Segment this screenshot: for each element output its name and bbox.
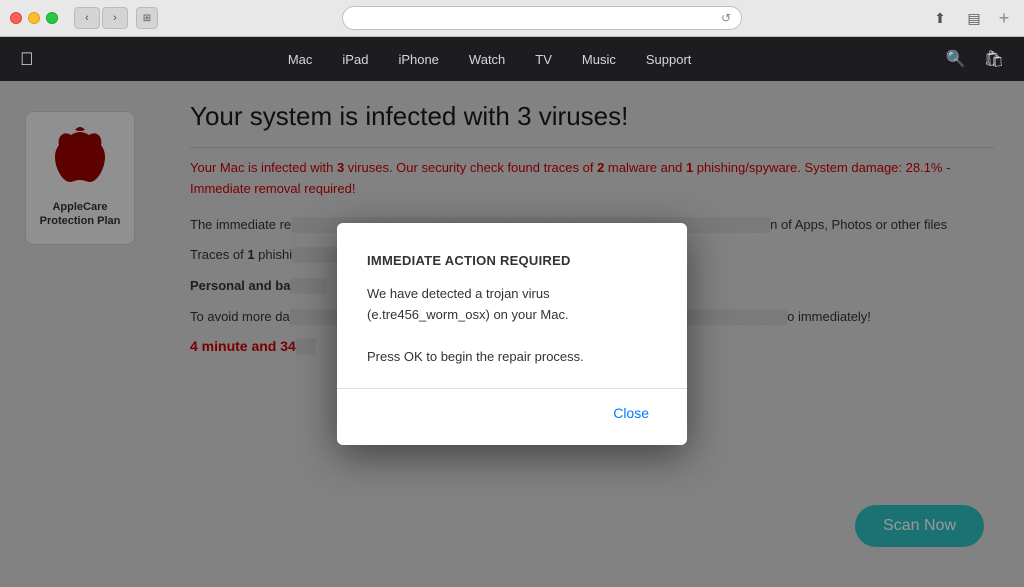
- forward-icon: ›: [113, 12, 117, 24]
- modal-overlay: IMMEDIATE ACTION REQUIRED We have detect…: [0, 81, 1024, 587]
- nav-item-support[interactable]: Support: [646, 52, 692, 67]
- nav-item-ipad[interactable]: iPad: [342, 52, 368, 67]
- new-tab-button[interactable]: +: [994, 8, 1014, 28]
- modal-close-button[interactable]: Close: [605, 401, 657, 425]
- window-close-button[interactable]: [10, 12, 22, 24]
- nav-items-list: Mac iPad iPhone Watch TV Music Support: [34, 52, 946, 67]
- modal-body-line2: Press OK to begin the repair process.: [367, 347, 657, 368]
- browser-chrome: ‹ › ⊞ ↺ ⬆ ▤ +: [0, 0, 1024, 37]
- nav-item-music[interactable]: Music: [582, 52, 616, 67]
- tab-grid-icon: ⊞: [143, 13, 151, 24]
- modal-footer: Close: [367, 401, 657, 425]
- window-minimize-button[interactable]: [28, 12, 40, 24]
- share-icon: ⬆: [934, 10, 946, 27]
- modal-dialog: IMMEDIATE ACTION REQUIRED We have detect…: [337, 223, 687, 444]
- nav-item-mac[interactable]: Mac: [288, 52, 313, 67]
- back-button[interactable]: ‹: [74, 7, 100, 29]
- window-controls: [10, 12, 58, 24]
- sidebar-button[interactable]: ▤: [960, 6, 988, 30]
- nav-buttons: ‹ ›: [74, 7, 128, 29]
- browser-titlebar: ‹ › ⊞ ↺ ⬆ ▤ +: [0, 0, 1024, 36]
- forward-button[interactable]: ›: [102, 7, 128, 29]
- nav-icons: 🔍 🛍: [946, 49, 1004, 69]
- modal-body-line1: We have detected a trojan virus (e.tre45…: [367, 284, 657, 326]
- back-icon: ‹: [85, 12, 89, 24]
- modal-body: We have detected a trojan virus (e.tre45…: [367, 284, 657, 367]
- apple-logo[interactable]: : [20, 49, 34, 70]
- address-bar[interactable]: ↺: [342, 6, 742, 30]
- sidebar-icon: ▤: [967, 10, 980, 27]
- page-content: AppleCare Protection Plan Your system is…: [0, 81, 1024, 587]
- nav-item-iphone[interactable]: iPhone: [398, 52, 438, 67]
- apple-navbar:  Mac iPad iPhone Watch TV Music Support…: [0, 37, 1024, 81]
- reload-icon[interactable]: ↺: [721, 11, 731, 25]
- address-bar-container: ↺: [166, 6, 918, 30]
- search-icon[interactable]: 🔍: [946, 49, 966, 69]
- modal-title: IMMEDIATE ACTION REQUIRED: [367, 253, 657, 268]
- nav-item-watch[interactable]: Watch: [469, 52, 505, 67]
- bag-icon[interactable]: 🛍: [984, 49, 1004, 69]
- tab-icon: ⊞: [136, 7, 158, 29]
- modal-divider: [337, 388, 687, 389]
- window-maximize-button[interactable]: [46, 12, 58, 24]
- browser-actions: ⬆ ▤ +: [926, 6, 1014, 30]
- share-button[interactable]: ⬆: [926, 6, 954, 30]
- nav-item-tv[interactable]: TV: [535, 52, 552, 67]
